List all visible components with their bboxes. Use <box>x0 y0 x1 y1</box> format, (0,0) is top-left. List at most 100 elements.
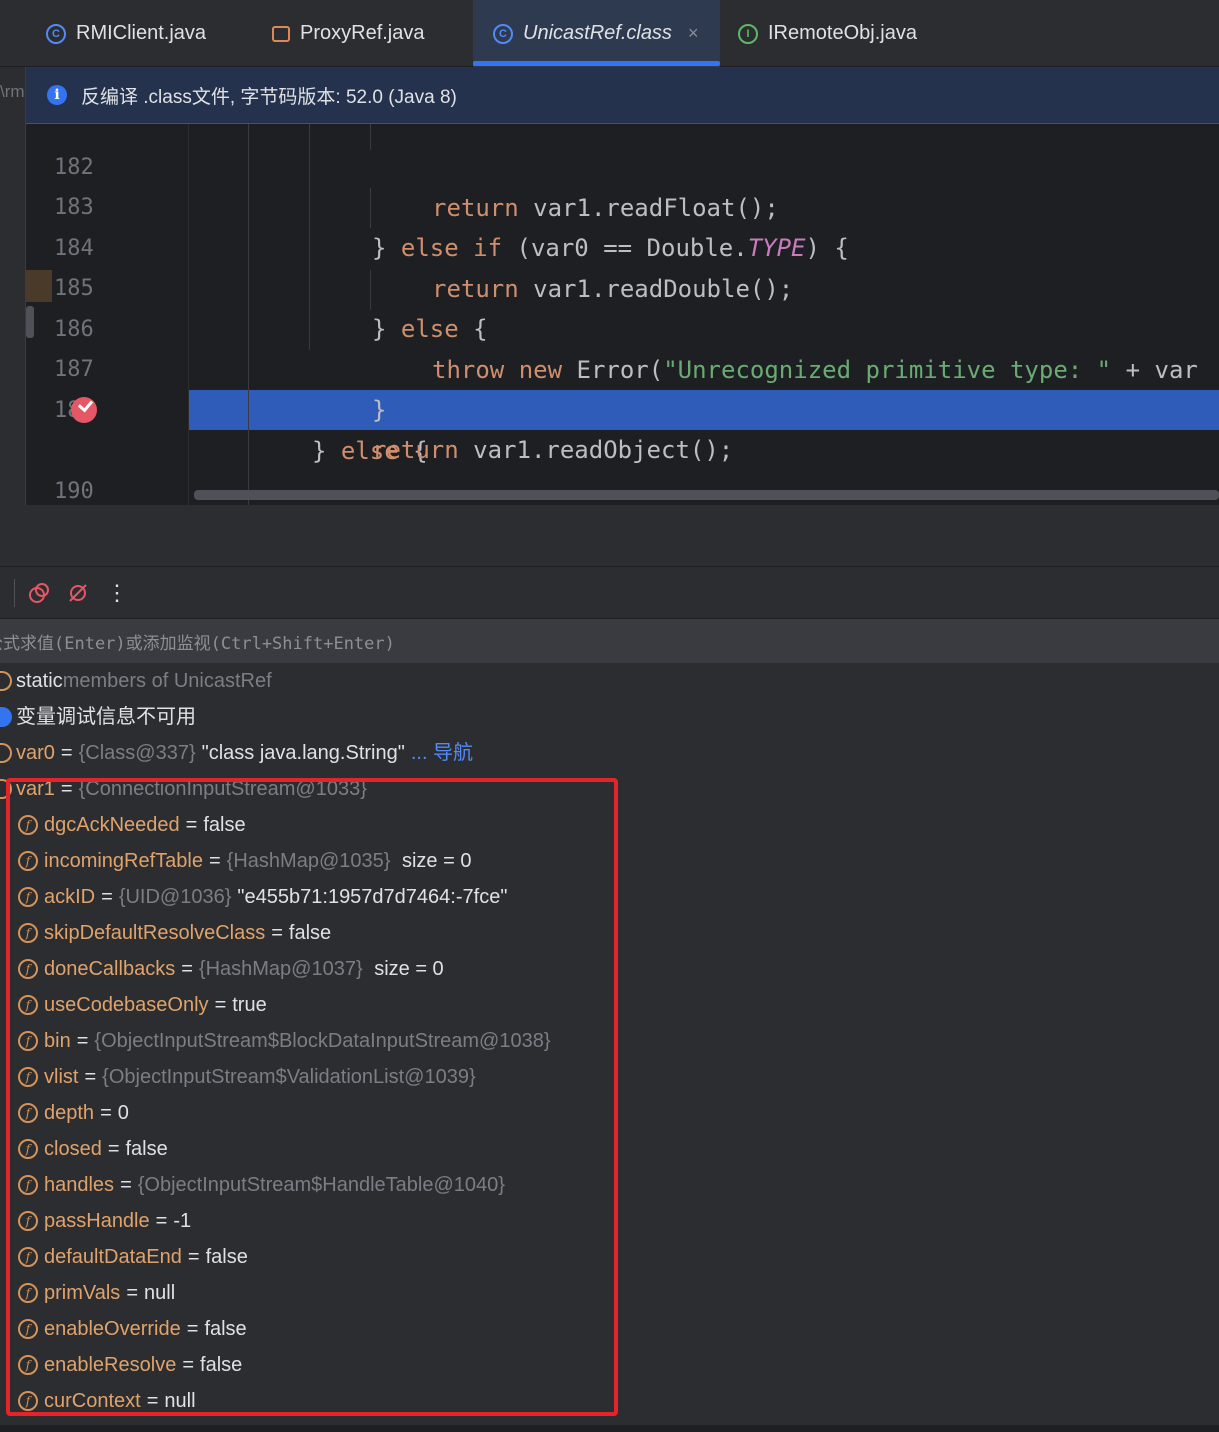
tree-row-field[interactable]: f skipDefaultResolveClass = false <box>18 915 331 951</box>
banner-text: 反编译 .class文件, 字节码版本: 52.0 (Java 8) <box>81 86 457 108</box>
code-line: 187 } <box>26 310 1219 424</box>
field-icon: f <box>18 1103 38 1123</box>
tree-row-field[interactable]: f vlist = {ObjectInputStream$ValidationL… <box>18 1059 476 1095</box>
tree-row-field[interactable]: f dgcAckNeeded = false <box>18 807 246 843</box>
var-name: incomingRefTable <box>44 850 203 872</box>
var-value: -1 <box>173 1210 192 1232</box>
variables-tree: static members of UnicastRef 变量调试信息不可用 v… <box>0 663 1219 1432</box>
more-options-icon[interactable]: ⋮ <box>105 580 129 605</box>
equals-sign: = <box>181 958 193 980</box>
field-icon: f <box>18 851 38 871</box>
class-icon: C <box>46 23 66 44</box>
code-line-current: return var1.readObject(); <box>26 390 1219 464</box>
tree-row-static[interactable]: static members of UnicastRef <box>0 663 272 699</box>
var-name: dgcAckNeeded <box>44 814 180 836</box>
var-value: "class java.lang.String" <box>201 742 405 764</box>
tree-row-field[interactable]: f useCodebaseOnly = true <box>18 987 267 1023</box>
var-value: null <box>164 1390 196 1412</box>
var-name: handles <box>44 1174 115 1196</box>
tree-row-field[interactable]: f enableOverride = false <box>18 1311 247 1347</box>
var-type: {Class@337} <box>78 742 196 764</box>
var-name: defaultDataEnd <box>44 1246 182 1268</box>
tree-row-field[interactable]: f ackID = {UID@1036} "e455b71:1957d7d746… <box>18 879 507 915</box>
field-icon: f <box>18 1355 38 1375</box>
var-name: skipDefaultResolveClass <box>44 922 266 944</box>
var-name: primVals <box>44 1282 121 1304</box>
equals-sign: = <box>186 1318 199 1340</box>
field-icon: f <box>18 1319 38 1339</box>
tree-row-var1[interactable]: var1 = {ConnectionInputStream@1033} <box>0 771 367 807</box>
equals-sign: = <box>60 742 73 764</box>
bottom-border <box>0 1425 1219 1432</box>
active-tab-indicator <box>473 61 720 66</box>
code-line: 190 } <box>26 432 1219 504</box>
field-icon: f <box>18 1139 38 1159</box>
tree-row-field[interactable]: f primVals = null <box>18 1275 175 1311</box>
var-value: 0 <box>117 1102 129 1124</box>
var-value: false <box>200 1354 243 1376</box>
code-line: 184 return var1.readDouble(); <box>26 189 1219 303</box>
field-icon: f <box>18 1031 38 1051</box>
tree-row-field[interactable]: f handles = {ObjectInputStream$HandleTab… <box>18 1167 505 1203</box>
tree-row-field[interactable]: f closed = false <box>18 1131 168 1167</box>
navigate-link[interactable]: ... 导航 <box>411 735 473 771</box>
var-type: {UID@1036} <box>118 886 232 908</box>
field-icon: f <box>18 1247 38 1267</box>
var-value: false <box>288 922 332 944</box>
code-editor[interactable]: 182 return var1.readFloat(); 183 } else … <box>26 124 1219 505</box>
tab-proxyref[interactable]: ProxyRef.java <box>272 0 425 67</box>
close-icon[interactable]: × <box>688 23 699 44</box>
class-icon: C <box>493 23 513 44</box>
tree-row-field[interactable]: f enableResolve = false <box>18 1347 242 1383</box>
code-line: 185 } else { <box>26 229 1219 343</box>
editor-tab-bar: C RMIClient.java ProxyRef.java C Unicast… <box>0 0 1219 67</box>
var-type: {HashMap@1035} <box>226 850 391 872</box>
tab-label: UnicastRef.class <box>523 22 672 44</box>
tree-row-field[interactable]: f defaultDataEnd = false <box>18 1239 248 1275</box>
tab-rmiclient[interactable]: C RMIClient.java <box>46 0 206 67</box>
code-line: 182 return var1.readFloat(); <box>26 124 1219 222</box>
equals-sign: = <box>101 886 113 908</box>
tree-row-var0[interactable]: var0 = {Class@337} "class java.lang.Stri… <box>0 735 473 771</box>
tab-iremoteobj[interactable]: I IRemoteObj.java <box>738 0 917 67</box>
tree-row-field[interactable]: f incomingRefTable = {HashMap@1035} size… <box>18 843 471 879</box>
tree-row-field[interactable]: f depth = 0 <box>18 1095 129 1131</box>
tree-row-field[interactable]: f passHandle = -1 <box>18 1203 191 1239</box>
interface-icon: I <box>738 23 758 44</box>
var-type: {ObjectInputStream$BlockDataInputStream@… <box>94 1030 551 1052</box>
eval-placeholder: 公式求值(Enter)或添加监视(Ctrl+Shift+Enter) <box>0 633 395 654</box>
equals-sign: = <box>126 1282 138 1304</box>
proxy-icon <box>272 25 290 42</box>
code-line: 191 } <box>26 473 1219 505</box>
equals-sign: = <box>182 1354 195 1376</box>
var-name: var1 <box>16 778 55 800</box>
var-value: false <box>204 1318 247 1340</box>
debug-panel: ⋮ 公式求值(Enter)或添加监视(Ctrl+Shift+Enter) sta… <box>0 505 1219 1432</box>
field-icon: f <box>18 815 38 835</box>
side-path-text: \rm <box>0 82 25 101</box>
equals-sign: = <box>120 1174 132 1196</box>
field-icon: f <box>18 1283 38 1303</box>
mute-breakpoints-icon[interactable] <box>66 581 90 605</box>
equals-sign: = <box>146 1390 159 1412</box>
equals-sign: = <box>76 1030 89 1052</box>
var-value: false <box>203 814 246 836</box>
tree-row-field[interactable]: f doneCallbacks = {HashMap@1037} size = … <box>18 951 444 987</box>
tree-row-field[interactable]: f curContext = null <box>18 1383 196 1419</box>
field-icon: f <box>18 923 38 943</box>
var-type: {ConnectionInputStream@1033} <box>78 778 367 800</box>
var-name: doneCallbacks <box>44 958 176 980</box>
view-breakpoints-icon[interactable] <box>27 581 51 605</box>
tree-row-field[interactable]: f bin = {ObjectInputStream$BlockDataInpu… <box>18 1023 551 1059</box>
param-icon <box>0 743 12 763</box>
equals-sign: = <box>187 1246 200 1268</box>
horizontal-scrollbar[interactable] <box>194 490 1219 500</box>
equals-sign: = <box>208 850 221 872</box>
param-icon <box>0 779 12 799</box>
var-name: static <box>16 670 63 692</box>
equals-sign: = <box>271 922 283 944</box>
tab-unicastref[interactable]: C UnicastRef.class × <box>473 0 720 67</box>
var-name: useCodebaseOnly <box>44 994 209 1016</box>
breakpoint-icon[interactable] <box>71 397 97 423</box>
expression-evaluate-input[interactable]: 公式求值(Enter)或添加监视(Ctrl+Shift+Enter) <box>0 619 1219 663</box>
